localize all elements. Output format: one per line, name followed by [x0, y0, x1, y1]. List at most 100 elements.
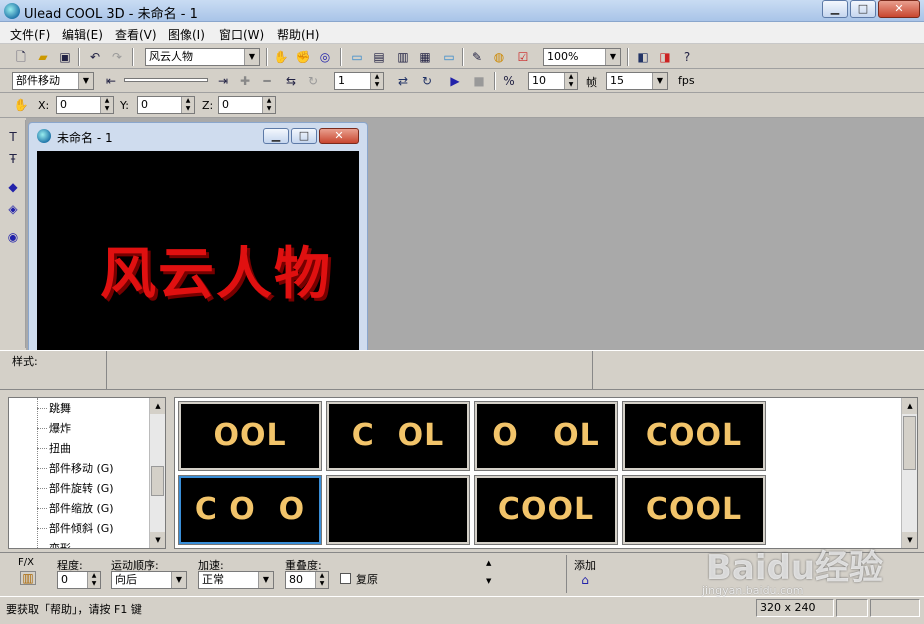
tree-item-part-move[interactable]: 部件移动 (G): [49, 460, 114, 476]
edit-graphic-icon[interactable]: ◈: [4, 200, 22, 218]
insert-geometry-icon[interactable]: ◉: [4, 228, 22, 246]
fps-select[interactable]: 15 ▼: [606, 72, 668, 90]
first-keyframe-icon[interactable]: ⇤: [102, 72, 120, 90]
spinner-arrows-icon[interactable]: ▲ ▼: [87, 572, 100, 588]
timeline-slider[interactable]: [124, 78, 208, 82]
web-icon[interactable]: ◍: [490, 48, 508, 66]
zoom-select[interactable]: 100% ▼: [543, 48, 621, 66]
open-folder-icon[interactable]: ▰: [34, 48, 52, 66]
side-view-icon[interactable]: ▤: [370, 48, 388, 66]
order-select[interactable]: 向后 ▼: [111, 571, 187, 589]
reverse-keyframe-icon[interactable]: ⇆: [282, 72, 300, 90]
save-icon[interactable]: ▣: [56, 48, 74, 66]
remove-keyframe-icon[interactable]: ━: [258, 72, 276, 90]
time-settings-icon[interactable]: %: [500, 72, 518, 90]
overlap-input[interactable]: 80 ▲ ▼: [285, 571, 329, 589]
new-file-icon[interactable]: 🗋: [12, 48, 30, 66]
insert-text-icon[interactable]: T: [4, 128, 22, 146]
thumbnail-5[interactable]: C O O: [178, 475, 322, 545]
render-icon[interactable]: ◨: [656, 48, 674, 66]
thumbnail-6[interactable]: [326, 475, 470, 545]
scroll-up-icon[interactable]: ▲: [150, 398, 165, 414]
redo-icon[interactable]: ↷: [108, 48, 126, 66]
insert-graphic-icon[interactable]: ◆: [4, 178, 22, 196]
loop-icon[interactable]: ↻: [304, 72, 322, 90]
scroll-thumb[interactable]: [903, 416, 916, 470]
spinner-arrows-icon[interactable]: ▲ ▼: [370, 73, 383, 89]
play-icon[interactable]: ▶: [446, 72, 464, 90]
thumbnail-1[interactable]: OOL: [178, 401, 322, 471]
pan-hand-icon[interactable]: ✋: [272, 48, 290, 66]
scroll-up-icon[interactable]: ▲: [486, 559, 491, 567]
scroll-up-icon[interactable]: ▲: [902, 398, 917, 414]
z-input[interactable]: 0 ▲ ▼: [218, 96, 276, 114]
spinner-arrows-icon[interactable]: ▲ ▼: [564, 73, 577, 89]
scroll-down-icon[interactable]: ▼: [902, 532, 917, 548]
doc-close-button[interactable]: ✕: [319, 128, 359, 144]
back-view-icon[interactable]: ▥: [394, 48, 412, 66]
move-hand-icon[interactable]: ✋: [12, 96, 30, 114]
rotate-hand-icon[interactable]: ✊: [294, 48, 312, 66]
thumbnail-2[interactable]: C OL: [326, 401, 470, 471]
add-keyframe-icon[interactable]: ✚: [236, 72, 254, 90]
x-input[interactable]: 0 ▲ ▼: [56, 96, 114, 114]
menu-file[interactable]: 文件(F): [10, 26, 50, 43]
thumbnail-4[interactable]: COOL: [622, 401, 766, 471]
menu-help[interactable]: 帮助(H): [277, 26, 319, 43]
menu-view[interactable]: 查看(V): [115, 26, 157, 43]
tree-scrollbar[interactable]: ▲ ▼: [149, 398, 165, 548]
context-help-icon[interactable]: ?: [678, 48, 696, 66]
edit-text-icon[interactable]: Ŧ: [4, 150, 22, 168]
spinner-arrows-icon[interactable]: ▲ ▼: [315, 572, 328, 588]
light-icon[interactable]: ✎: [468, 48, 486, 66]
doc-minimize-button[interactable]: ▁: [263, 128, 289, 144]
menu-window[interactable]: 窗口(W): [219, 26, 264, 43]
frame-count-input[interactable]: 10 ▲ ▼: [528, 72, 578, 90]
add-icon[interactable]: ⌂: [576, 571, 594, 589]
accel-value: 正常: [202, 573, 224, 586]
current-frame-input[interactable]: 1 ▲ ▼: [334, 72, 384, 90]
spinner-arrows-icon[interactable]: ▲ ▼: [181, 97, 194, 113]
scroll-down-icon[interactable]: ▼: [150, 532, 165, 548]
export-icon[interactable]: ◧: [634, 48, 652, 66]
preview-icon[interactable]: ☑: [514, 48, 532, 66]
fit-view-icon[interactable]: ◎: [316, 48, 334, 66]
tree-item-explode[interactable]: 爆炸: [49, 420, 71, 436]
tree-item-dance[interactable]: 跳舞: [49, 400, 71, 416]
fx-icon[interactable]: ▥: [20, 571, 36, 585]
scroll-down-icon[interactable]: ▼: [486, 577, 491, 585]
accel-select[interactable]: 正常 ▼: [198, 571, 274, 589]
tree-item-part-tilt[interactable]: 部件倾斜 (G): [49, 520, 114, 536]
bottom-view-icon[interactable]: ▭: [440, 48, 458, 66]
thumbnail-7[interactable]: COOL: [474, 475, 618, 545]
tree-item-morph[interactable]: 变形: [49, 540, 71, 548]
doc-maximize-button[interactable]: □: [291, 128, 317, 144]
menu-image[interactable]: 图像(I): [168, 26, 205, 43]
repeat-icon[interactable]: ↻: [418, 72, 436, 90]
menu-edit[interactable]: 编辑(E): [62, 26, 103, 43]
stop-icon[interactable]: ■: [470, 72, 488, 90]
top-view-icon[interactable]: ▦: [416, 48, 434, 66]
spinner-arrows-icon[interactable]: ▲ ▼: [262, 97, 275, 113]
minimize-button[interactable]: ▁: [822, 0, 848, 18]
mode-select[interactable]: 部件移动 ▼: [12, 72, 94, 90]
close-button[interactable]: ✕: [878, 0, 920, 18]
maximize-button[interactable]: □: [850, 0, 876, 18]
thumbnail-8[interactable]: COOL: [622, 475, 766, 545]
degree-input[interactable]: 0 ▲ ▼: [57, 571, 101, 589]
scroll-thumb[interactable]: [151, 466, 164, 496]
restore-checkbox[interactable]: [340, 573, 351, 584]
thumbnails-scrollbar[interactable]: ▲ ▼: [901, 398, 917, 548]
undo-icon[interactable]: ↶: [86, 48, 104, 66]
tree-item-twist[interactable]: 扭曲: [49, 440, 71, 456]
text-object-select[interactable]: 风云人物 ▼: [145, 48, 260, 66]
y-input[interactable]: 0 ▲ ▼: [137, 96, 195, 114]
tree-item-part-scale[interactable]: 部件缩放 (G): [49, 500, 114, 516]
preview-canvas[interactable]: 风云人物: [37, 151, 359, 351]
last-keyframe-icon[interactable]: ⇥: [214, 72, 232, 90]
tree-item-part-rotate[interactable]: 部件旋转 (G): [49, 480, 114, 496]
pingpong-icon[interactable]: ⇄: [394, 72, 412, 90]
spinner-arrows-icon[interactable]: ▲ ▼: [100, 97, 113, 113]
thumbnail-3[interactable]: O OL: [474, 401, 618, 471]
front-view-icon[interactable]: ▭: [348, 48, 366, 66]
